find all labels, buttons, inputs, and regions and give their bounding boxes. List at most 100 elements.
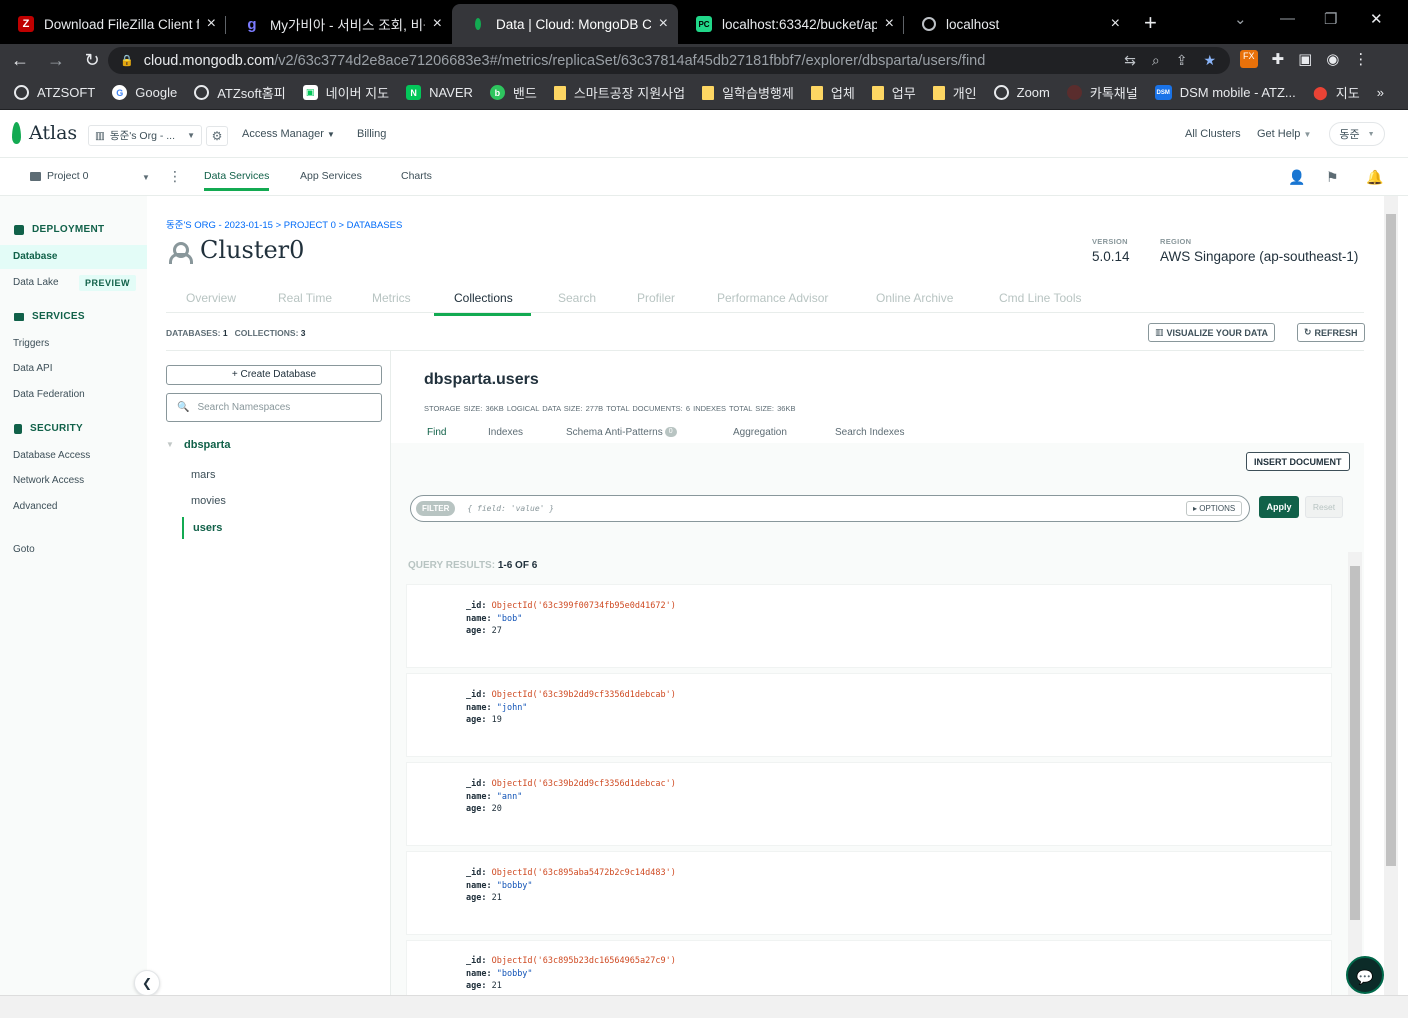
subtab-schema-anti-patterns[interactable]: Schema Anti-Patterns 0 [566,427,677,438]
browser-tab-gabia[interactable]: g My가비아 - 서비스 조회, 비용 × [226,4,452,44]
tab-cmd-line-tools[interactable]: Cmd Line Tools [999,291,1082,305]
tab-online-archive[interactable]: Online Archive [876,291,953,305]
gear-icon[interactable]: ⚙ [206,126,228,146]
subtab-search-indexes[interactable]: Search Indexes [835,427,905,438]
scrollbar-thumb[interactable] [1350,566,1360,920]
subtab-find[interactable]: Find [427,427,446,438]
bookmark-star-icon[interactable]: ★ [1203,52,1216,69]
sidebar-item-network-access[interactable]: Network Access [13,475,84,486]
tab-metrics[interactable]: Metrics [372,291,411,305]
activity-feed-icon[interactable]: ⚑ [1326,169,1339,186]
bookmark-maps[interactable]: ⬤ 지도 [1313,83,1360,102]
horizontal-scrollbar[interactable] [0,995,1408,1018]
collection-item-mars[interactable]: mars [191,469,215,481]
project-selector[interactable]: Project 0 [30,170,88,182]
translate-icon[interactable]: ⇆ [1124,52,1136,69]
bookmark-folder[interactable]: 업무 [871,83,916,102]
org-selector[interactable]: ▥ 동준's Org - ... ▼ [88,125,202,146]
subtab-aggregation[interactable]: Aggregation [733,427,787,438]
tab-performance-advisor[interactable]: Performance Advisor [717,291,828,305]
user-menu[interactable]: 동준 ▼ [1329,122,1385,146]
back-arrow-icon[interactable]: ← [4,50,36,71]
profile-avatar-icon[interactable]: ◉ [1326,50,1339,68]
zoom-icon[interactable]: ⌕ [1152,52,1160,69]
document-card[interactable]: _id: ObjectId('63c399f00734fb95e0d41672'… [407,585,1331,667]
subtab-indexes[interactable]: Indexes [488,427,523,438]
reload-icon[interactable]: ↻ [76,50,108,71]
close-icon[interactable]: × [1111,15,1120,33]
new-tab-button[interactable]: + [1144,10,1157,36]
document-card[interactable]: _id: ObjectId('63c895aba5472b2c9c14d483'… [407,852,1331,934]
bookmark-folder[interactable]: 스마트공장 지원사업 [553,83,685,102]
visualize-data-button[interactable]: ▥ VISUALIZE YOUR DATA [1148,323,1276,342]
side-panel-icon[interactable]: ▣ [1298,50,1312,68]
create-database-button[interactable]: + Create Database [166,365,382,385]
tab-profiler[interactable]: Profiler [637,291,675,305]
collapse-sidebar-button[interactable]: ❮ [134,970,160,996]
reset-button[interactable]: Reset [1305,496,1343,518]
bookmark-atzsoft[interactable]: ATZSOFT [14,85,95,100]
close-icon[interactable]: × [659,15,668,33]
invite-user-icon[interactable]: 👤 [1288,169,1305,186]
tab-search-icon[interactable]: ⌄ [1234,10,1247,28]
forward-arrow-icon[interactable]: → [40,50,72,71]
apply-button[interactable]: Apply [1259,496,1299,518]
sidebar-item-advanced[interactable]: Advanced [13,501,57,512]
insert-document-button[interactable]: INSERT DOCUMENT [1246,452,1350,471]
get-help-menu[interactable]: Get Help ▼ [1257,128,1311,140]
refresh-button[interactable]: ↻ REFRESH [1297,323,1365,342]
chevron-down-icon[interactable]: ▼ [166,440,174,449]
sidebar-item-database[interactable]: Database [0,245,147,269]
url-field[interactable]: 🔒 cloud.mongodb.com/v2/63c3774d2e8ace712… [108,47,1230,74]
browser-tab-filezilla[interactable]: Z Download FileZilla Client for × [0,4,226,44]
bookmark-band[interactable]: b 밴드 [489,83,537,102]
access-manager-menu[interactable]: Access Manager ▼ [242,128,335,140]
chat-support-button[interactable]: 💬 [1346,956,1384,994]
sidebar-item-data-lake[interactable]: Data Lake [13,277,59,288]
caret-down-icon[interactable]: ▼ [142,173,150,182]
share-icon[interactable]: ⇪ [1176,52,1188,69]
collection-item-movies[interactable]: movies [191,495,226,507]
browser-tab-mongodb[interactable]: Data | Cloud: MongoDB Clou × [452,4,678,44]
scrollbar-thumb[interactable] [1386,214,1396,866]
namespace-search-input[interactable]: 🔍 Search Namespaces [166,393,382,422]
tab-data-services[interactable]: Data Services [204,170,270,191]
all-clusters-link[interactable]: All Clusters [1185,128,1241,140]
filter-input[interactable]: FILTER { field: 'value' } [410,495,1250,522]
bookmark-atzsoft-home[interactable]: ATZsoft홈피 [194,83,286,102]
sidebar-item-goto[interactable]: Goto [13,544,35,555]
database-item-dbsparta[interactable]: dbsparta [184,439,230,451]
bookmark-naver-map[interactable]: ▣ 네이버 지도 [302,83,389,102]
close-icon[interactable]: × [433,15,442,33]
document-card[interactable]: _id: ObjectId('63c39b2dd9cf3356d1debcab'… [407,674,1331,756]
billing-link[interactable]: Billing [357,128,386,140]
window-close-icon[interactable]: ✕ [1370,10,1383,28]
sidebar-item-database-access[interactable]: Database Access [13,450,90,461]
tab-search[interactable]: Search [558,291,596,305]
sidebar-item-data-api[interactable]: Data API [13,363,52,374]
bookmark-folder[interactable]: 일학습병행제 [702,83,794,102]
tab-charts[interactable]: Charts [401,170,432,182]
results-scrollbar[interactable] [1348,552,1362,995]
bookmark-dsm[interactable]: DSM DSM mobile - ATZ... [1154,85,1296,100]
bookmark-folder[interactable]: 업체 [810,83,855,102]
bookmark-zoom[interactable]: Zoom [993,85,1050,100]
more-vert-icon[interactable]: ⋮ [168,168,182,185]
bookmark-google[interactable]: G Google [112,85,177,100]
tab-app-services[interactable]: App Services [300,170,362,182]
tab-real-time[interactable]: Real Time [278,291,332,305]
bell-icon[interactable]: 🔔 [1366,169,1383,186]
extension-icon[interactable]: FX [1240,50,1258,68]
bookmark-naver[interactable]: N NAVER [406,85,473,100]
atlas-logo[interactable]: Atlas [12,122,77,144]
sidebar-item-data-federation[interactable]: Data Federation [13,389,85,400]
collection-item-users[interactable]: users [193,522,222,534]
breadcrumb[interactable]: 동준'S ORG - 2023-01-15 > PROJECT 0 > DATA… [166,217,402,231]
document-card[interactable]: _id: ObjectId('63c39b2dd9cf3356d1debcac'… [407,763,1331,845]
bookmark-kakao[interactable]: 카톡채널 [1066,83,1138,102]
close-icon[interactable]: × [885,15,894,33]
page-scrollbar[interactable] [1384,196,1398,996]
sidebar-item-triggers[interactable]: Triggers [13,338,49,349]
minimize-icon[interactable]: — [1280,10,1295,27]
maximize-icon[interactable]: ❐ [1324,10,1337,28]
